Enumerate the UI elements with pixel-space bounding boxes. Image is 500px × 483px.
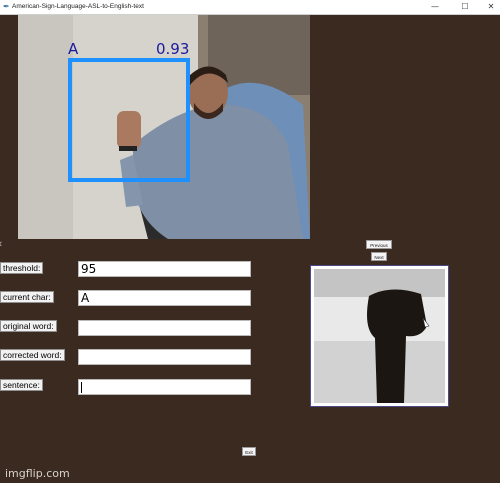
detected-label: A <box>68 40 79 58</box>
hand-mask-preview <box>310 265 449 407</box>
previous-button[interactable]: Previous <box>366 240 392 249</box>
threshold-label: threshold: <box>0 262 44 274</box>
original-word-label: original word: <box>0 320 57 332</box>
exit-button[interactable]: Exit <box>242 447 256 456</box>
corrected-word-label: corrected word: <box>0 349 65 361</box>
next-button[interactable]: Next <box>371 252 387 261</box>
sentence-field[interactable] <box>78 379 251 395</box>
threshold-field[interactable]: 95 <box>78 261 251 277</box>
hand-mask-image <box>311 266 448 406</box>
original-word-field[interactable] <box>78 320 251 336</box>
camera-feed: A 0.93 <box>18 15 310 239</box>
current-char-field[interactable]: A <box>78 290 251 306</box>
minimize-button[interactable]: — <box>422 0 448 14</box>
close-button[interactable]: ✕ <box>478 0 500 14</box>
confidence-score: 0.93 <box>156 40 190 58</box>
maximize-button[interactable]: ☐ <box>452 0 478 14</box>
text-caret <box>81 382 82 393</box>
chevron-left-icon: ‹ <box>0 238 2 249</box>
window-title: American-Sign-Language-ASL-to-English-te… <box>12 3 144 10</box>
current-char-label: current char: <box>0 291 54 303</box>
title-bar: ✒ American-Sign-Language-ASL-to-English-… <box>0 0 500 15</box>
sentence-label: sentence: <box>0 379 43 391</box>
feather-icon: ✒ <box>3 2 10 11</box>
corrected-word-field[interactable] <box>78 349 251 365</box>
watermark: imgflip.com <box>5 467 70 480</box>
